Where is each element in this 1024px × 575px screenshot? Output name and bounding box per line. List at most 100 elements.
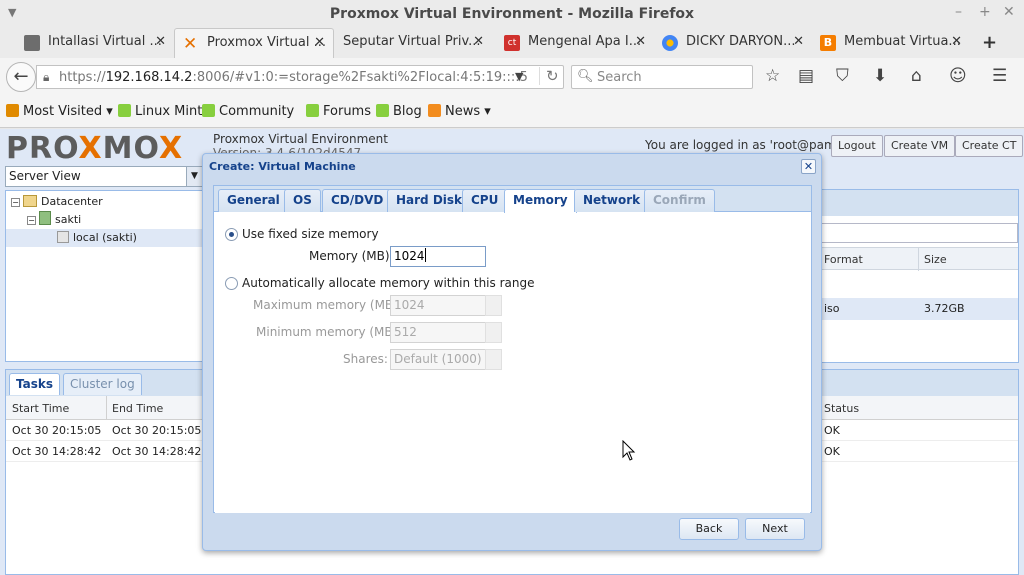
tab-hard-disk[interactable]: Hard Disk [387,189,472,212]
tab-label: Mengenal Apa I... [528,34,642,49]
bookmark-most-visited[interactable]: Most Visited ▾ [6,104,113,119]
tab-cpu[interactable]: CPU [462,189,508,212]
browser-tab[interactable]: ct Mengenal Apa I... ✕ [496,28,654,58]
create-vm-button[interactable]: Create VM [884,135,956,157]
next-button[interactable]: Next [745,518,805,540]
tree-node-datacenter[interactable]: − Datacenter [11,193,103,211]
column-start-time[interactable]: Start Time [12,402,69,415]
new-tab-button[interactable]: + [982,32,997,53]
tab-network[interactable]: Network [574,189,650,212]
minimize-icon[interactable]: – [955,4,962,20]
shares-spinner [485,349,502,370]
cell-end-time: Oct 30 14:28:42 [112,445,202,458]
tree-node-sakti[interactable]: − sakti [27,211,81,229]
tab-general[interactable]: General [218,189,289,212]
fixed-memory-label[interactable]: Use fixed size memory [242,227,379,241]
tab-os[interactable]: OS [284,189,321,212]
fixed-memory-radio[interactable] [225,228,238,241]
close-tab-icon[interactable]: ✕ [635,34,646,49]
close-tab-icon[interactable]: ✕ [793,34,804,49]
close-tab-icon[interactable]: ✕ [314,35,325,50]
bookmark-news[interactable]: News ▾ [428,104,491,119]
memory-label: Memory (MB): [309,249,394,263]
dialog-body: General OS CD/DVD Hard Disk CPU Memory N… [213,185,812,513]
folder-icon [23,195,37,207]
resource-tree: − Datacenter − sakti local (sakti) [5,190,203,362]
search-icon: 🔍︎ [577,69,594,84]
auto-memory-label[interactable]: Automatically allocate memory within thi… [242,276,534,290]
downloads-icon[interactable]: ⬇ [873,66,887,86]
cell-start-time: Oct 30 20:15:05 [12,424,102,437]
bookmark-star-icon[interactable]: ☆ [765,66,780,86]
server-view-select[interactable]: Server View ▼ [5,166,203,187]
url-bar[interactable]: 🔒︎ https://192.168.14.2:8006/#v1:0:=stor… [36,65,564,89]
back-button[interactable]: Back [679,518,739,540]
tab-cd-dvd[interactable]: CD/DVD [322,189,393,212]
search-bar[interactable]: 🔍︎ Search [571,65,753,89]
blogger-icon: B [820,35,836,51]
pocket-icon[interactable]: ⛉ [836,66,849,86]
bookmark-forums[interactable]: Forums [306,104,371,119]
close-window-icon[interactable]: ✕ [1003,4,1015,20]
browser-tab[interactable]: Intallasi Virtual ... ✕ [16,28,174,58]
back-button[interactable]: ← [6,62,36,92]
tab-tasks[interactable]: Tasks [9,373,61,395]
search-placeholder: Search [597,70,642,85]
column-end-time[interactable]: End Time [112,402,163,415]
close-tab-icon[interactable]: ✕ [951,34,962,49]
close-icon[interactable]: ✕ [801,159,816,174]
auto-memory-radio[interactable] [225,277,238,290]
panel-header [806,190,1018,216]
shares-input: Default (1000) [390,349,486,370]
tab-label: DICKY DARYON... [686,34,796,49]
tree-node-local-storage[interactable]: local (sakti) [6,229,202,247]
browser-tab[interactable]: B Membuat Virtua... ✕ [812,28,970,58]
grid-header: Format Size [806,247,1018,271]
tab-memory[interactable]: Memory [504,189,577,213]
hello-icon[interactable]: ☺ [949,66,967,86]
bookmark-linux-mint[interactable]: Linux Mint [118,104,202,119]
mint-icon [376,104,389,117]
filter-input[interactable] [814,223,1018,243]
create-ct-button[interactable]: Create CT [955,135,1024,157]
mint-icon [202,104,215,117]
bookmark-community[interactable]: Community [202,104,294,119]
logout-button[interactable]: Logout [831,135,883,157]
column-format[interactable]: Format [824,253,863,266]
menu-hamburger-icon[interactable]: ☰ [992,66,1007,86]
maximize-icon[interactable]: + [979,4,991,20]
url-text[interactable]: https://192.168.14.2:8006/#v1:0:=storage… [59,70,528,85]
reading-list-icon[interactable]: ▤ [798,66,814,86]
lock-icon[interactable]: 🔒︎ [43,70,49,85]
browser-tab-active[interactable]: ✕ Proxmox Virtual ... ✕ [174,28,334,58]
proxmox-x-icon: ✕ [183,34,198,54]
close-tab-icon[interactable]: ✕ [155,34,166,49]
collapse-icon[interactable]: − [11,198,20,207]
bookmark-blog[interactable]: Blog [376,104,422,119]
tab-cluster-log[interactable]: Cluster log [63,373,142,395]
close-tab-icon[interactable]: ✕ [473,34,484,49]
url-history-dropdown-icon[interactable]: ▼ [515,70,523,83]
mint-icon [306,104,319,117]
product-name: Proxmox Virtual Environment [213,132,388,146]
collapse-icon[interactable]: − [27,216,36,225]
browser-tab[interactable]: DICKY DARYON... ✕ [654,28,812,58]
gear-icon [6,104,19,117]
browser-tab[interactable]: Seputar Virtual Priv... ✕ [334,28,492,58]
column-size[interactable]: Size [924,253,947,266]
table-row[interactable]: iso 3.72GB [806,298,1018,320]
max-memory-input: 1024 [390,295,486,316]
home-icon[interactable]: ⌂ [911,66,922,86]
tab-label: Proxmox Virtual ... [207,35,326,50]
navigation-bar: 🔒︎ https://192.168.14.2:8006/#v1:0:=stor… [0,58,1024,96]
tab-label: Membuat Virtua... [844,34,961,49]
tab-label: Intallasi Virtual ... [48,34,162,49]
column-status[interactable]: Status [824,402,859,415]
reload-icon[interactable]: ↻ [539,67,559,85]
chevron-down-icon[interactable]: ▼ [186,167,202,186]
min-memory-spinner [485,322,502,343]
ct-icon: ct [504,35,520,51]
memory-input[interactable]: 1024 [390,246,486,267]
cell-end-time: Oct 30 20:15:05 [112,424,202,437]
cell-format: iso [824,302,840,315]
